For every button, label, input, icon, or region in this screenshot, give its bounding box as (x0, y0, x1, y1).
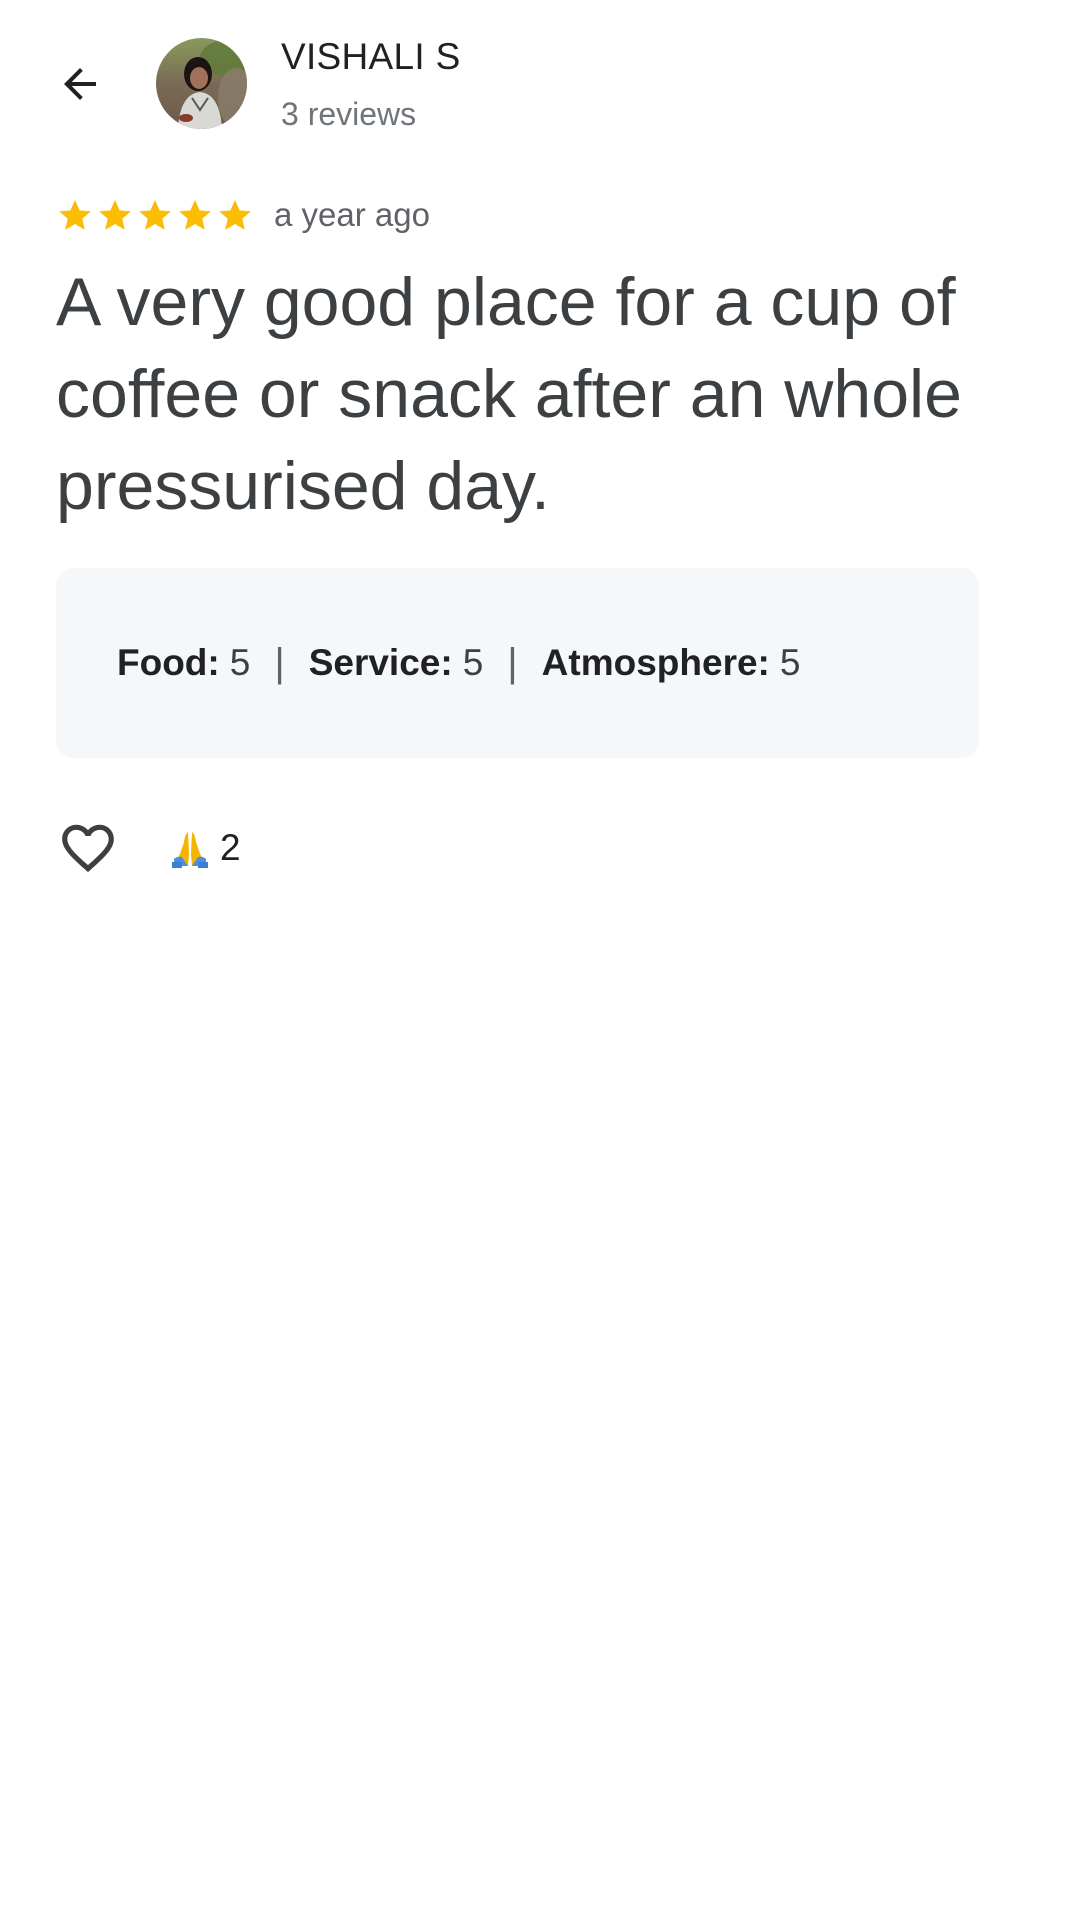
rating-attributes: Food: 5 | Service: 5 | Atmosphere: 5 (56, 568, 979, 758)
attribute-food: Food: 5 (117, 642, 250, 684)
star-rating (56, 196, 256, 234)
review-time: a year ago (274, 196, 430, 233)
attribute-label: Atmosphere: (541, 642, 770, 683)
attribute-label: Service: (308, 642, 453, 683)
arrow-left-icon (64, 68, 96, 100)
like-button[interactable] (56, 816, 120, 880)
avatar[interactable] (156, 38, 247, 129)
attribute-value: 5 (779, 642, 801, 683)
attribute-value: 5 (229, 642, 251, 683)
avatar-photo (156, 38, 247, 129)
review-actions: 2 (56, 818, 241, 878)
reviewer-name[interactable]: VISHALI S (281, 36, 461, 78)
attribute-value: 5 (462, 642, 484, 683)
heart-outline-icon (62, 824, 114, 873)
review-detail-screen: VISHALI S 3 reviews a year ago A very go… (0, 0, 1080, 1920)
attribute-separator: | (507, 640, 518, 685)
folded-hands-emoji-icon (172, 832, 208, 868)
attribute-separator: | (274, 640, 285, 685)
attribute-label: Food: (117, 642, 220, 683)
star-icon (59, 199, 91, 230)
reviewer-header: VISHALI S 3 reviews (0, 0, 1080, 160)
reaction-count: 2 (220, 827, 241, 868)
star-icon (219, 199, 251, 230)
star-icon (99, 199, 131, 230)
attribute-atmosphere: Atmosphere: 5 (542, 642, 801, 684)
reviewer-review-count: 3 reviews (281, 96, 417, 132)
rating-row: a year ago (56, 192, 430, 238)
back-button[interactable] (44, 44, 116, 124)
reaction-chip[interactable]: 2 (168, 826, 241, 870)
star-icon (179, 199, 211, 230)
attribute-service: Service: 5 (309, 642, 484, 684)
star-icon (139, 199, 171, 230)
review-text: A very good place for a cup of coffee or… (56, 264, 962, 524)
